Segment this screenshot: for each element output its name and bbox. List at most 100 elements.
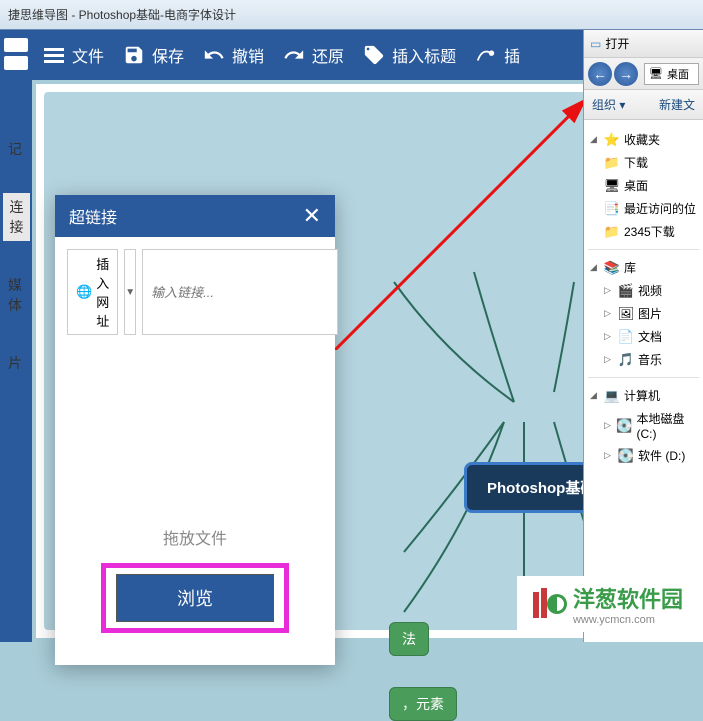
collapse-icon: ◢ [590, 262, 600, 273]
collapse-icon: ◢ [590, 390, 600, 401]
save-button[interactable]: 保存 [122, 43, 184, 67]
side-label-link[interactable]: 连接 [0, 193, 30, 241]
save-icon [122, 43, 146, 67]
watermark-url: www.ycmcn.com [573, 614, 683, 626]
insert-url-button[interactable]: 🌐 插入网址 [67, 249, 118, 335]
expand-icon: ▷ [604, 354, 614, 365]
explorer-title-text: 打开 [605, 35, 629, 52]
tree-disk-d[interactable]: ▷💽软件 (D:) [588, 444, 699, 467]
insert-more-label: 插 [504, 43, 520, 67]
tree-desktop[interactable]: 🖥桌面 [588, 174, 699, 197]
insert-more-button[interactable]: 插 [474, 43, 520, 67]
computer-icon: 💻 [604, 388, 620, 404]
mindmap-node-green-1[interactable]: 法 [389, 622, 429, 656]
expand-icon: ▷ [604, 331, 614, 342]
undo-icon [202, 43, 226, 67]
sidebar-glyph [4, 38, 28, 52]
redo-icon [282, 43, 306, 67]
hamburger-icon [42, 43, 66, 67]
titlebar: 捷思维导图 - Photoshop基础-电商字体设计 [0, 0, 703, 30]
watermark: 洋葱软件园 www.ycmcn.com [517, 576, 693, 632]
expand-icon: ▷ [604, 420, 612, 431]
disk-icon: 💽 [618, 448, 634, 464]
watermark-title: 洋葱软件园 [573, 582, 683, 614]
tree-2345[interactable]: 📁2345下载 [588, 220, 699, 243]
insert-url-label: 插入网址 [96, 254, 109, 330]
browse-button[interactable]: 浏览 [116, 574, 274, 622]
curve-icon [474, 43, 498, 67]
nav-back-button[interactable]: ← [588, 62, 612, 86]
recent-icon: 📑 [604, 201, 620, 217]
redo-button[interactable]: 还原 [282, 43, 344, 67]
divider [588, 377, 699, 378]
desktop-icon: 🖥 [604, 178, 620, 194]
file-label: 文件 [72, 43, 104, 67]
side-label-media[interactable]: 媒体 [0, 271, 30, 319]
explorer-titlebar: ▭ 打开 [584, 30, 703, 58]
tree-music[interactable]: ▷🎵音乐 [588, 348, 699, 371]
window-title: 捷思维导图 - Photoshop基础-电商字体设计 [8, 6, 236, 23]
file-explorer: ▭ 打开 ← → 🖥 桌面 组织 ▾ 新建文 ◢⭐收藏夹 📁下载 🖥桌面 📑最近… [583, 30, 703, 642]
address-bar[interactable]: 🖥 桌面 [644, 63, 699, 85]
tree-video[interactable]: ▷🎬视频 [588, 279, 699, 302]
divider [588, 249, 699, 250]
organize-menu[interactable]: 组织 ▾ [592, 96, 625, 113]
tree-favorites[interactable]: ◢⭐收藏夹 [588, 128, 699, 151]
tree-computer[interactable]: ◢💻计算机 [588, 384, 699, 407]
insert-title-button[interactable]: 插入标题 [362, 43, 456, 67]
file-drop-area[interactable]: 拖放文件 浏览 [67, 343, 323, 653]
watermark-logo-icon [527, 584, 567, 624]
library-icon: 📚 [604, 260, 620, 276]
insert-title-label: 插入标题 [392, 43, 456, 67]
window-icon: ▭ [590, 37, 601, 51]
undo-button[interactable]: 撤销 [202, 43, 264, 67]
expand-icon: ▷ [604, 450, 614, 461]
dialog-url-bar: 🌐 插入网址 ▼ [67, 249, 323, 335]
tag-icon [362, 43, 386, 67]
dialog-title: 超链接 [69, 204, 117, 228]
tree-downloads[interactable]: 📁下载 [588, 151, 699, 174]
close-icon[interactable]: ✕ [303, 203, 321, 229]
side-label-note[interactable]: 记 [0, 135, 30, 163]
tree-disk-c[interactable]: ▷💽本地磁盘 (C:) [588, 407, 699, 444]
side-panel-labels: 记 连接 媒体 片 [0, 135, 30, 377]
undo-label: 撤销 [232, 43, 264, 67]
drop-text: 拖放文件 [163, 525, 227, 549]
address-text: 桌面 [667, 66, 689, 82]
star-icon: ⭐ [604, 132, 620, 148]
explorer-tree: ◢⭐收藏夹 📁下载 🖥桌面 📑最近访问的位 📁2345下载 ◢📚库 ▷🎬视频 ▷… [584, 120, 703, 475]
url-input[interactable] [142, 249, 338, 335]
dialog-header: 超链接 ✕ [55, 195, 335, 237]
save-label: 保存 [152, 43, 184, 67]
collapse-icon: ◢ [590, 134, 600, 145]
disk-icon: 💽 [616, 418, 632, 434]
file-menu[interactable]: 文件 [42, 43, 104, 67]
desktop-icon: 🖥 [649, 67, 663, 80]
url-dropdown[interactable]: ▼ [124, 249, 136, 335]
new-folder-button[interactable]: 新建文 [659, 96, 695, 113]
tree-documents[interactable]: ▷📄文档 [588, 325, 699, 348]
sidebar-glyph [4, 56, 28, 70]
redo-label: 还原 [312, 43, 344, 67]
explorer-nav: ← → 🖥 桌面 [584, 58, 703, 90]
pictures-icon: 🖼 [618, 306, 634, 322]
documents-icon: 📄 [618, 329, 634, 345]
side-label-image[interactable]: 片 [0, 349, 30, 377]
nav-forward-button[interactable]: → [614, 62, 638, 86]
tree-pictures[interactable]: ▷🖼图片 [588, 302, 699, 325]
browse-highlight: 浏览 [101, 563, 289, 633]
tree-recent[interactable]: 📑最近访问的位 [588, 197, 699, 220]
music-icon: 🎵 [618, 352, 634, 368]
video-icon: 🎬 [618, 283, 634, 299]
folder-icon: 📁 [604, 155, 620, 171]
globe-icon: 🌐 [76, 284, 92, 300]
tree-library[interactable]: ◢📚库 [588, 256, 699, 279]
watermark-text-wrap: 洋葱软件园 www.ycmcn.com [573, 582, 683, 626]
expand-icon: ▷ [604, 285, 614, 296]
folder-icon: 📁 [604, 224, 620, 240]
mindmap-node-green-2[interactable]: ，元素 [389, 687, 457, 721]
explorer-toolbar: 组织 ▾ 新建文 [584, 90, 703, 120]
hyperlink-dialog: 超链接 ✕ 🌐 插入网址 ▼ 拖放文件 浏览 [55, 195, 335, 665]
dialog-body: 🌐 插入网址 ▼ 拖放文件 浏览 [55, 237, 335, 665]
expand-icon: ▷ [604, 308, 614, 319]
